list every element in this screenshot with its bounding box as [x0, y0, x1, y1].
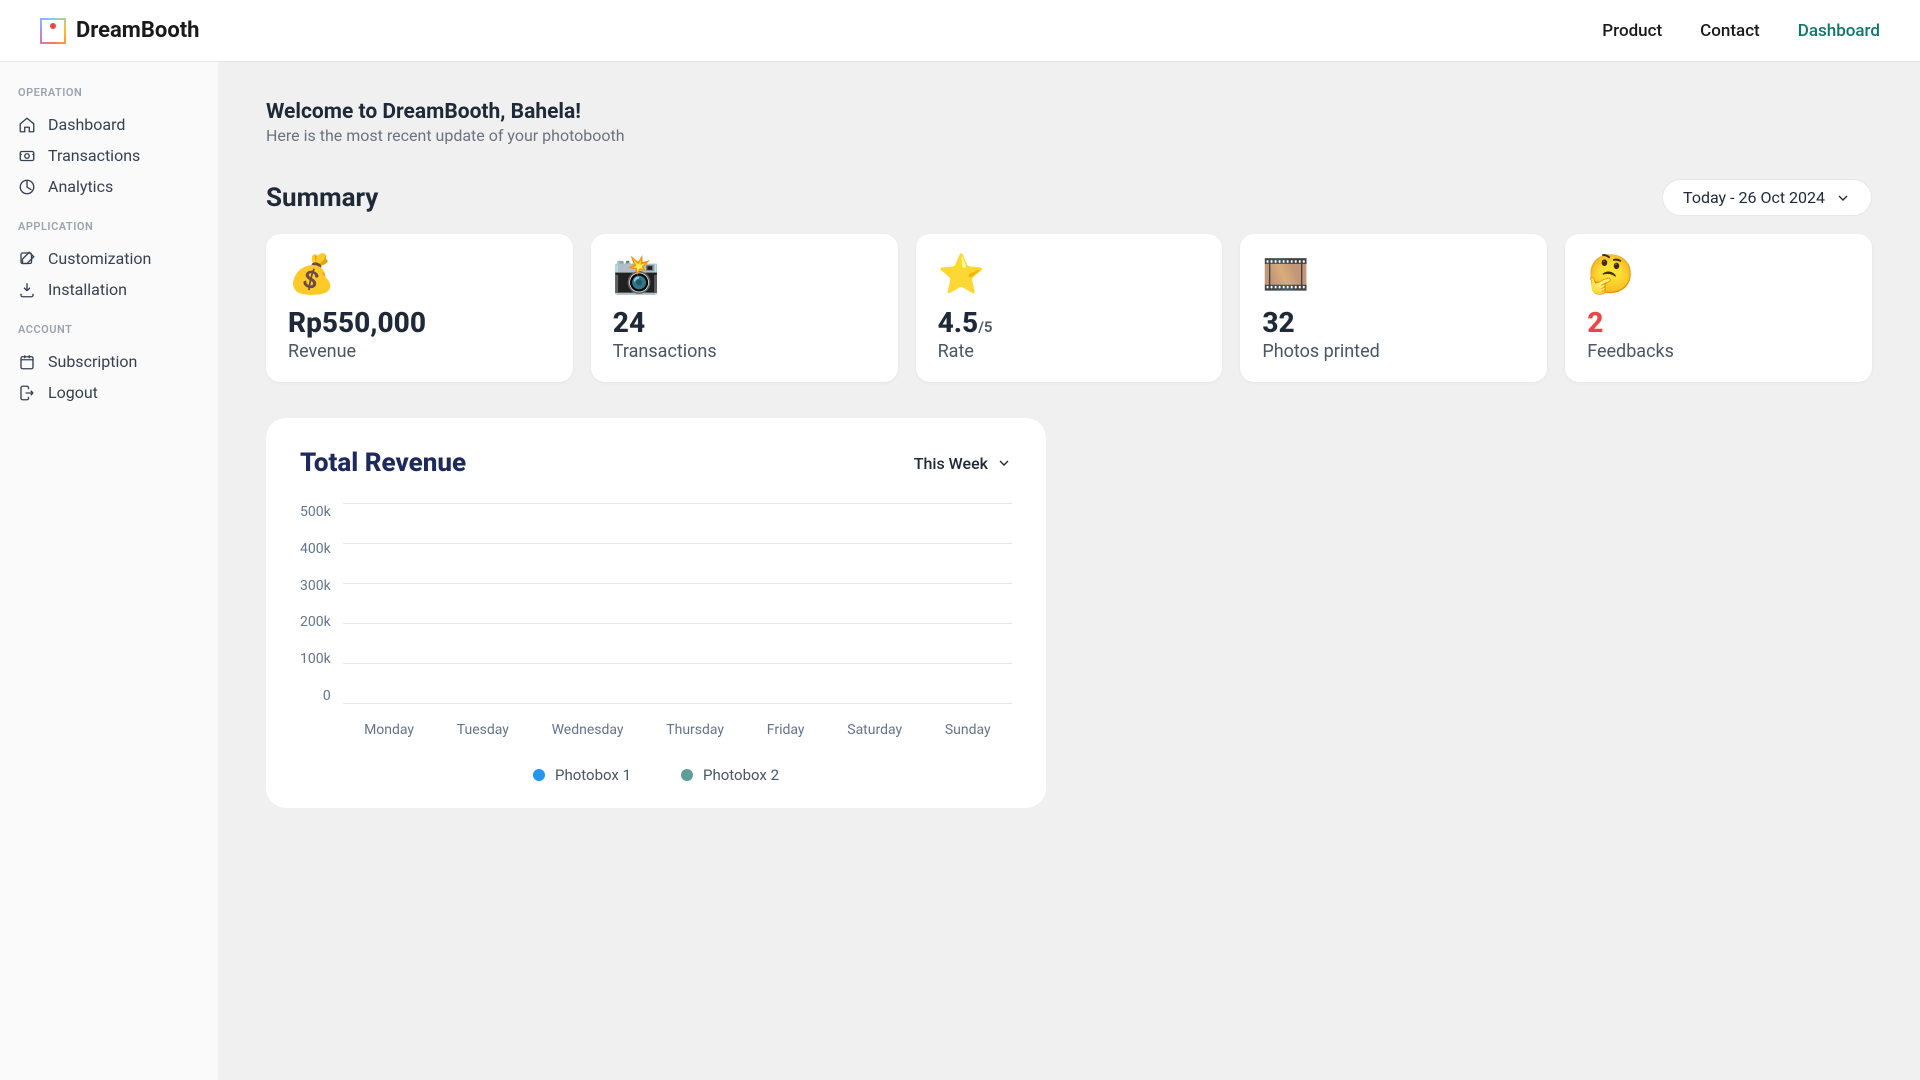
legend-dot-icon	[681, 769, 693, 781]
card-label: Photos printed	[1262, 341, 1525, 362]
legend-item-photobox-2: Photobox 2	[681, 766, 779, 784]
chart-period-label: This Week	[914, 454, 988, 473]
chart-period-selector[interactable]: This Week	[914, 454, 1012, 473]
sidebar-item-customization[interactable]: Customization	[0, 243, 218, 274]
money-bag-icon: 💰	[288, 256, 551, 294]
sidebar-item-label: Subscription	[48, 352, 137, 371]
customization-icon	[18, 250, 36, 268]
card-photos-printed: 🎞️ 32 Photos printed	[1240, 234, 1547, 382]
card-value: 4.5/5	[938, 306, 1201, 339]
summary-title: Summary	[266, 183, 378, 213]
y-tick: 200k	[300, 614, 331, 630]
sidebar-item-label: Logout	[48, 383, 98, 402]
x-tick: Sunday	[945, 722, 991, 738]
chart-y-axis: 500k 400k 300k 200k 100k 0	[300, 504, 343, 704]
x-tick: Tuesday	[457, 722, 509, 738]
y-tick: 500k	[300, 504, 331, 520]
legend-label: Photobox 2	[703, 766, 779, 784]
card-value: 32	[1262, 306, 1525, 339]
y-tick: 0	[300, 688, 331, 704]
legend-item-photobox-1: Photobox 1	[533, 766, 631, 784]
card-transactions: 📸 24 Transactions	[591, 234, 898, 382]
x-tick: Wednesday	[552, 722, 624, 738]
subscription-icon	[18, 353, 36, 371]
installation-icon	[18, 281, 36, 299]
x-tick: Thursday	[666, 722, 724, 738]
x-tick: Monday	[364, 722, 414, 738]
sidebar-item-logout[interactable]: Logout	[0, 377, 218, 408]
x-tick: Friday	[767, 722, 805, 738]
sidebar-item-dashboard[interactable]: Dashboard	[0, 109, 218, 140]
chevron-down-icon	[996, 455, 1012, 471]
topbar: DreamBooth Product Contact Dashboard	[0, 0, 1920, 62]
welcome-subtitle: Here is the most recent update of your p…	[266, 126, 1872, 145]
date-selector[interactable]: Today - 26 Oct 2024	[1662, 179, 1872, 216]
card-value: Rp550,000	[288, 306, 551, 339]
brand-name: DreamBooth	[76, 18, 200, 43]
summary-cards: 💰 Rp550,000 Revenue 📸 24 Transactions ⭐ …	[266, 234, 1872, 382]
star-icon: ⭐	[938, 256, 1201, 294]
camera-icon: 📸	[613, 256, 876, 294]
nav-contact[interactable]: Contact	[1700, 21, 1760, 41]
sidebar-item-label: Transactions	[48, 146, 140, 165]
card-feedbacks: 🤔 2 Feedbacks	[1565, 234, 1872, 382]
date-label: Today - 26 Oct 2024	[1683, 188, 1825, 207]
sidebar-item-subscription[interactable]: Subscription	[0, 346, 218, 377]
sidebar-section-account: ACCOUNT	[0, 319, 218, 340]
card-value: 2	[1587, 306, 1850, 339]
y-tick: 400k	[300, 541, 331, 557]
sidebar-item-label: Dashboard	[48, 115, 125, 134]
main-content: Welcome to DreamBooth, Bahela! Here is t…	[218, 62, 1920, 846]
sidebar-item-label: Installation	[48, 280, 127, 299]
logout-icon	[18, 384, 36, 402]
card-rate: ⭐ 4.5/5 Rate	[916, 234, 1223, 382]
y-tick: 100k	[300, 651, 331, 667]
sidebar-item-transactions[interactable]: Transactions	[0, 140, 218, 171]
x-tick: Saturday	[847, 722, 902, 738]
chart-legend: Photobox 1 Photobox 2	[300, 766, 1012, 784]
card-label: Revenue	[288, 341, 551, 362]
card-value: 24	[613, 306, 876, 339]
brand-logo-icon	[40, 18, 66, 44]
chart-title: Total Revenue	[300, 448, 466, 478]
nav-dashboard[interactable]: Dashboard	[1798, 21, 1880, 41]
chevron-down-icon	[1835, 190, 1851, 206]
sidebar-section-operation: OPERATION	[0, 82, 218, 103]
film-icon: 🎞️	[1262, 256, 1525, 294]
card-revenue: 💰 Rp550,000 Revenue	[266, 234, 573, 382]
home-icon	[18, 116, 36, 134]
sidebar: OPERATION Dashboard Transactions Analyti…	[0, 62, 218, 1080]
analytics-icon	[18, 178, 36, 196]
chart-plot	[343, 504, 1012, 704]
y-tick: 300k	[300, 578, 331, 594]
chart-x-axis: Monday Tuesday Wednesday Thursday Friday Satu…	[343, 722, 1012, 738]
legend-dot-icon	[533, 769, 545, 781]
card-label: Feedbacks	[1587, 341, 1850, 362]
brand[interactable]: DreamBooth	[40, 18, 200, 44]
nav-product[interactable]: Product	[1602, 21, 1662, 41]
sidebar-item-analytics[interactable]: Analytics	[0, 171, 218, 202]
sidebar-item-label: Customization	[48, 249, 151, 268]
chart-total-revenue: Total Revenue This Week 500k 400k 300k 200k…	[266, 418, 1046, 808]
card-label: Rate	[938, 341, 1201, 362]
transactions-icon	[18, 147, 36, 165]
card-label: Transactions	[613, 341, 876, 362]
welcome-title: Welcome to DreamBooth, Bahela!	[266, 100, 1872, 124]
sidebar-item-installation[interactable]: Installation	[0, 274, 218, 305]
sidebar-section-application: APPLICATION	[0, 216, 218, 237]
legend-label: Photobox 1	[555, 766, 631, 784]
thinking-face-icon: 🤔	[1587, 256, 1850, 294]
top-nav: Product Contact Dashboard	[1602, 21, 1880, 41]
sidebar-item-label: Analytics	[48, 177, 113, 196]
